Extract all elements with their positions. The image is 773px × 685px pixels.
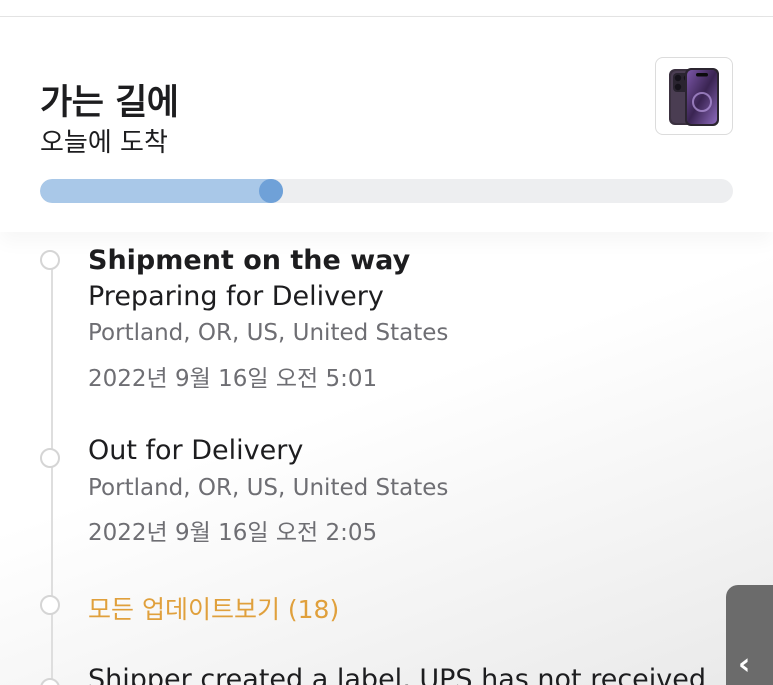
product-thumbnail[interactable] [655,57,733,135]
tracking-page: 가는 길에 오늘에 도착 Shipment on the way Prepari… [0,0,773,685]
event-datetime: 2022년 9월 16일 오전 2:05 [88,520,378,546]
progress-indicator [259,179,283,203]
shipment-heading: Shipment on the way [88,245,411,276]
event-title: Preparing for Delivery [88,281,384,312]
event-title: Shipper created a label, UPS has not rec… [88,664,707,685]
timeline-dot [40,595,60,615]
event-location: Portland, OR, US, United States [88,320,449,346]
event-location: Portland, OR, US, United States [88,475,449,501]
delivery-status-title: 가는 길에 [40,83,179,123]
timeline-connector [51,262,53,685]
chevron-left-icon: ‹ [738,647,751,682]
side-panel-tab[interactable]: ‹ [726,585,773,685]
iphone-icon [669,68,719,126]
event-title: Out for Delivery [88,435,304,466]
timeline-dot [40,678,60,685]
delivery-eta: 오늘에 도착 [40,128,168,158]
timeline-dot [40,250,60,270]
event-datetime: 2022년 9월 16일 오전 5:01 [88,366,378,392]
delivery-progress-bar [40,179,733,203]
top-bar [0,0,773,17]
progress-fill [40,179,283,203]
timeline-dot [40,448,60,468]
see-all-updates-link[interactable]: 모든 업데이트보기 (18) [88,590,339,626]
